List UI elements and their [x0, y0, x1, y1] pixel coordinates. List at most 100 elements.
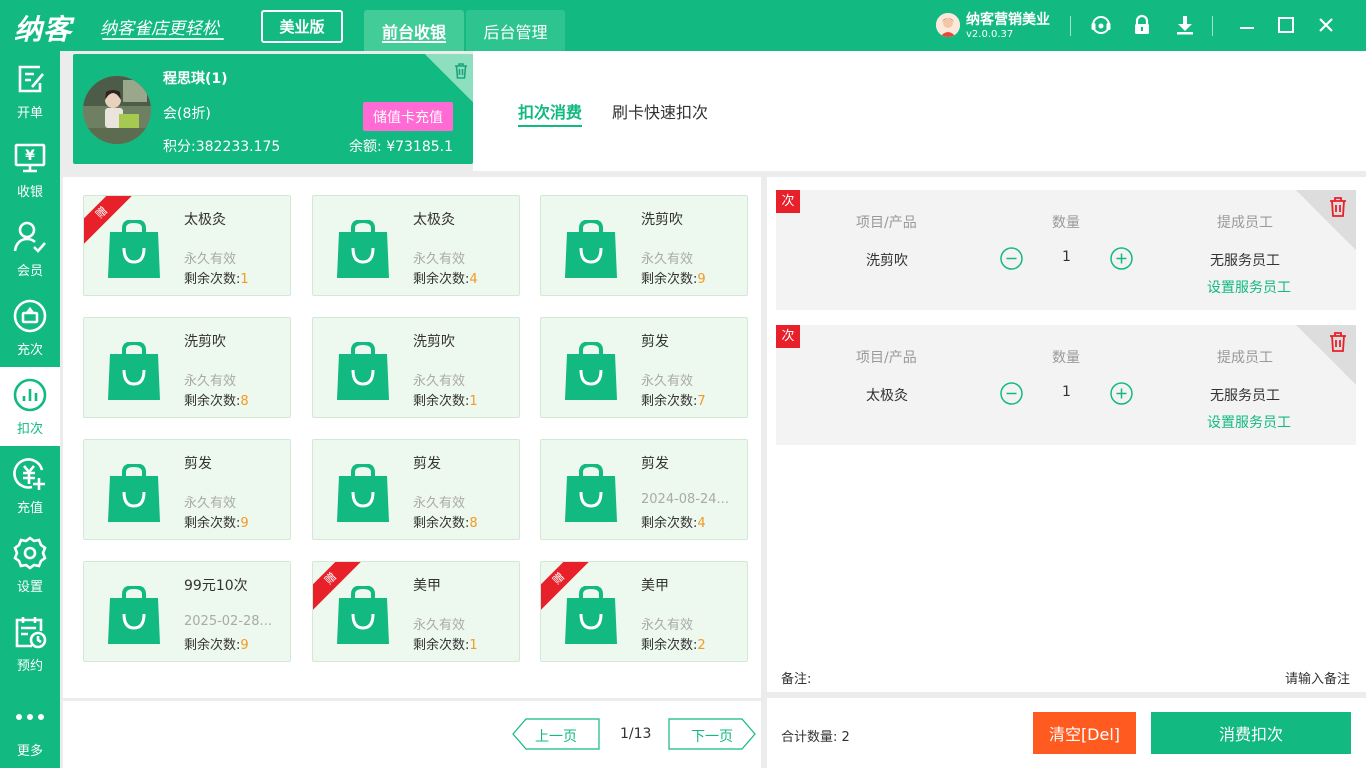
close-icon[interactable] [1315, 14, 1337, 36]
remark-input[interactable]: 请输入备注 [1285, 668, 1350, 687]
cart-item-qty[interactable]: 1 [1062, 249, 1071, 265]
lock-icon[interactable] [1131, 14, 1153, 36]
sidebar-item-appointment[interactable]: 预约 [0, 604, 60, 683]
set-staff-link[interactable]: 设置服务员工 [1207, 277, 1291, 297]
edition-button[interactable]: 美业版 [261, 10, 343, 43]
times-badge: 次 [776, 325, 800, 348]
tab-deduct-consume[interactable]: 扣次消费 [518, 99, 583, 127]
sidebar-item-settings[interactable]: 设置 [0, 525, 60, 604]
product-card[interactable]: 太极灸 永久有效 剩余次数:4 [312, 195, 520, 296]
member-name: 程思琪(1) [163, 71, 228, 87]
support-icon[interactable] [1090, 14, 1112, 36]
cart-item: 次项目/产品 数量 提成员工 洗剪吹 1 无服务员工 设置服务员工 [776, 190, 1356, 310]
sidebar-item-deduct-times[interactable]: 扣次 [0, 367, 60, 446]
app-logo: 纳客 [14, 13, 73, 46]
member-icon [13, 221, 46, 253]
product-grid: 太极灸 永久有效 剩余次数:1 赠太极灸 永久有效 剩余次数:4 洗剪吹 永久有效 剩余次数:9… [63, 177, 761, 698]
col-header-staff: 提成员工 [1217, 215, 1273, 231]
product-remaining: 剩余次数:4 [413, 268, 478, 287]
minus-icon[interactable] [1000, 382, 1023, 405]
order-icon [18, 65, 44, 93]
remaining-count: 9 [240, 638, 249, 653]
sidebar-item-cashier[interactable]: ¥ 收银 [0, 130, 60, 209]
tab-back-office[interactable]: 后台管理 [466, 10, 565, 51]
sidebar-item-recharge[interactable]: 充值 [0, 446, 60, 525]
more-icon [16, 714, 44, 720]
product-card[interactable]: 洗剪吹 永久有效 剩余次数:9 [540, 195, 748, 296]
remaining-label: 剩余次数: [641, 638, 698, 653]
download-icon[interactable] [1174, 14, 1196, 36]
product-remaining: 剩余次数:8 [184, 390, 249, 409]
remaining-label: 剩余次数: [641, 516, 698, 531]
separator [1070, 16, 1071, 36]
maximize-icon[interactable] [1275, 14, 1297, 36]
product-validity: 永久有效 [413, 374, 466, 389]
col-header-qty: 数量 [1052, 350, 1080, 366]
consume-deduct-button[interactable]: 消费扣次 [1151, 712, 1351, 754]
cart-item-qty[interactable]: 1 [1062, 384, 1071, 400]
remaining-count: 4 [697, 516, 706, 531]
remaining-count: 9 [697, 272, 706, 287]
sidebar-item-member[interactable]: 会员 [0, 209, 60, 288]
shopping-bag-icon [565, 586, 617, 644]
remaining-count: 9 [240, 516, 249, 531]
trash-icon[interactable] [1328, 196, 1348, 218]
member-level: 会(8折) [163, 106, 211, 122]
next-page-button[interactable]: 下一页 [668, 718, 756, 750]
product-card[interactable]: 99元10次 2025-02-28... 剩余次数:9 [83, 561, 291, 662]
product-remaining: 剩余次数:9 [184, 512, 249, 531]
separator [1212, 16, 1213, 36]
sidebar-item-recharge-times[interactable]: 充次 [0, 288, 60, 367]
remark-label: 备注: [781, 672, 812, 687]
remaining-label: 剩余次数: [184, 394, 241, 409]
tab-active-underline [382, 41, 446, 43]
product-card[interactable]: 剪发 永久有效 剩余次数:7 [540, 317, 748, 418]
product-validity: 永久有效 [184, 496, 237, 511]
trash-icon[interactable] [1328, 331, 1348, 353]
product-validity: 永久有效 [413, 618, 466, 633]
product-card[interactable]: 美甲 永久有效 剩余次数:2 赠 [540, 561, 748, 662]
trash-icon[interactable] [453, 62, 469, 80]
slogan-underline [102, 38, 224, 40]
remaining-count: 1 [469, 394, 478, 409]
product-card[interactable]: 剪发 永久有效 剩余次数:8 [312, 439, 520, 540]
sidebar-item-label: 扣次 [16, 422, 43, 437]
minus-icon[interactable] [1000, 247, 1023, 270]
clear-button[interactable]: 清空[Del] [1033, 712, 1136, 754]
remaining-count: 4 [469, 272, 478, 287]
remaining-label: 剩余次数: [641, 394, 698, 409]
page-indicator: 1/13 [620, 726, 652, 742]
product-validity: 永久有效 [641, 618, 694, 633]
product-card[interactable]: 洗剪吹 永久有效 剩余次数:8 [83, 317, 291, 418]
cart-item: 次项目/产品 数量 提成员工 太极灸 1 无服务员工 设置服务员工 [776, 325, 1356, 445]
tab-quick-swipe-deduct[interactable]: 刷卡快速扣次 [612, 99, 708, 123]
shopping-bag-icon [565, 464, 617, 522]
cart-item-name: 太极灸 [866, 388, 908, 404]
minimize-icon[interactable] [1236, 14, 1258, 36]
plus-icon[interactable] [1110, 247, 1133, 270]
account-name[interactable]: 纳客营销美业 [966, 9, 1050, 29]
sidebar-item-more[interactable]: 更多 [0, 689, 60, 768]
sidebar: 开单 ¥ 收银 会员 充次 扣次 充值 设置 预约 更多 [0, 51, 60, 768]
product-card[interactable]: 剪发 2024-08-24... 剩余次数:4 [540, 439, 748, 540]
product-card[interactable]: 剪发 永久有效 剩余次数:9 [83, 439, 291, 540]
shopping-bag-icon [337, 220, 389, 278]
deduct-times-icon [13, 378, 47, 412]
product-card[interactable]: 美甲 永久有效 剩余次数:1 赠 [312, 561, 520, 662]
product-card[interactable]: 洗剪吹 永久有效 剩余次数:1 [312, 317, 520, 418]
sidebar-item-label: 充值 [16, 501, 43, 516]
stored-card-recharge-button[interactable]: 储值卡充值 [363, 102, 453, 131]
prev-page-button[interactable]: 上一页 [512, 718, 600, 750]
set-staff-link[interactable]: 设置服务员工 [1207, 412, 1291, 432]
sidebar-item-order[interactable]: 开单 [0, 51, 60, 130]
plus-icon[interactable] [1110, 382, 1133, 405]
tab-front-cashier[interactable]: 前台收银 [364, 10, 464, 51]
user-avatar[interactable] [936, 13, 960, 37]
remaining-label: 剩余次数: [413, 638, 470, 653]
product-remaining: 剩余次数:7 [641, 390, 706, 409]
product-card[interactable]: 太极灸 永久有效 剩余次数:1 赠 [83, 195, 291, 296]
col-header-qty: 数量 [1052, 215, 1080, 231]
cart-item-staff: 无服务员工 [1210, 388, 1280, 404]
mode-tab-bar: 扣次消费 刷卡快速扣次 [473, 51, 1366, 171]
remaining-label: 剩余次数: [641, 272, 698, 287]
